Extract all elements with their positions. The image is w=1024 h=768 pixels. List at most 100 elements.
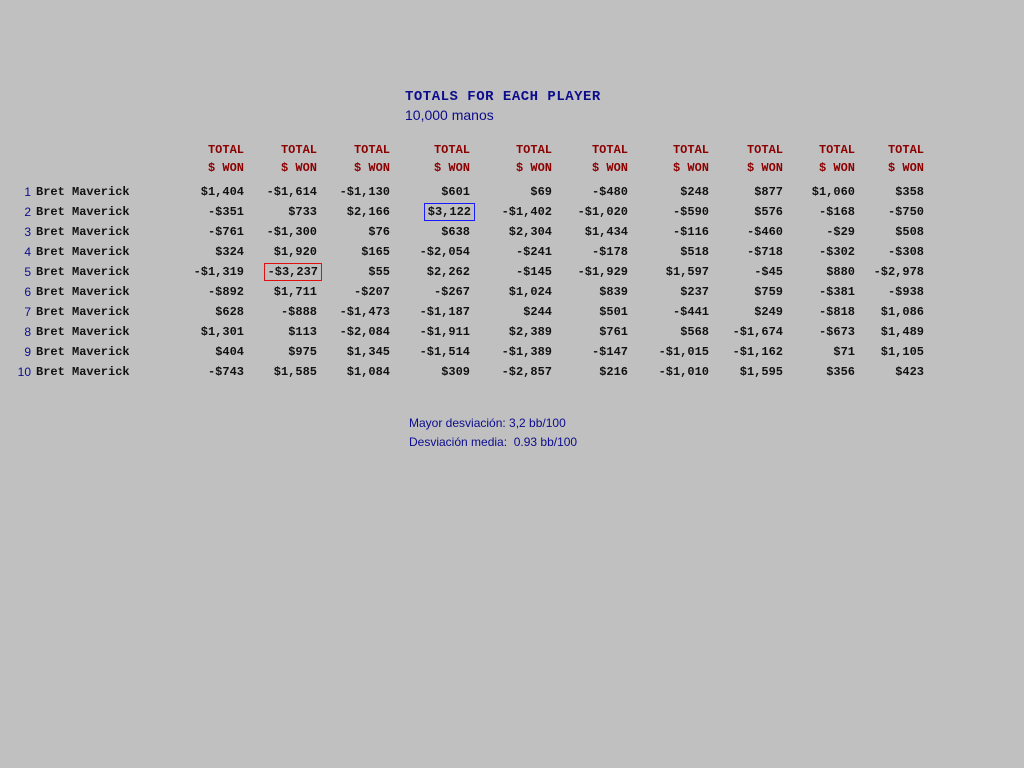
column-header-line2: $ WON [746,161,783,175]
column-header-line1: TOTAL [672,143,709,157]
total-cell: $1,060 [811,185,855,199]
row-number: 8 [24,325,31,339]
total-cell: -$381 [818,285,855,299]
total-cell: -$590 [672,205,709,219]
total-cell: -$938 [887,285,924,299]
column-header-line1: TOTAL [515,143,552,157]
total-cell: -$1,020 [577,205,628,219]
total-cell: -$147 [591,345,628,359]
total-cell: -$207 [353,285,390,299]
total-cell: -$116 [672,225,709,239]
total-cell: -$1,319 [193,265,244,279]
player-name: Bret Maverick [36,225,130,239]
column-header: TOTAL $ WON [548,141,628,177]
total-cell: -$308 [887,245,924,259]
column-header-line1: TOTAL [746,143,783,157]
total-cell: -$1,911 [419,325,470,339]
total-cell: -$892 [207,285,244,299]
total-cell: -$2,857 [501,365,552,379]
total-cell: $1,585 [273,365,317,379]
total-cell: -$1,187 [419,305,470,319]
max-deviation-label: Mayor desviación: 3,2 bb/100 [409,416,566,430]
total-cell: -$750 [887,205,924,219]
total-cell: $1,086 [880,305,924,319]
column-header-line1: TOTAL [280,143,317,157]
column-header: TOTAL $ WON [472,141,552,177]
total-cell: $759 [754,285,783,299]
player-name: Bret Maverick [36,305,130,319]
total-cell: $2,389 [508,325,552,339]
total-cell: -$145 [515,265,552,279]
row-number: 10 [17,365,31,379]
highlighted-total-cell: $3,122 [423,203,476,221]
total-cell: $1,489 [880,325,924,339]
total-cell: -$241 [515,245,552,259]
total-cell: -$1,010 [658,365,709,379]
total-cell: -$1,929 [577,265,628,279]
player-name: Bret Maverick [36,365,130,379]
total-cell: $244 [523,305,552,319]
total-cell: -$1,402 [501,205,552,219]
total-cell: $761 [599,325,628,339]
row-number: 4 [24,245,31,259]
total-cell: -$351 [207,205,244,219]
total-cell: $69 [530,185,552,199]
total-cell: -$480 [591,185,628,199]
total-cell: -$178 [591,245,628,259]
row-number: 9 [24,345,31,359]
total-cell: $1,404 [200,185,244,199]
total-cell: -$460 [746,225,783,239]
total-cell: $1,301 [200,325,244,339]
total-cell: $1,597 [665,265,709,279]
column-header-line2: $ WON [591,161,628,175]
column-header: TOTAL $ WON [390,141,470,177]
total-cell: $404 [215,345,244,359]
total-cell: -$2,978 [873,265,924,279]
total-cell: -$1,514 [419,345,470,359]
column-header-line1: TOTAL [207,143,244,157]
total-cell: $113 [288,325,317,339]
total-cell: $518 [680,245,709,259]
total-cell: $237 [680,285,709,299]
total-cell: -$1,674 [732,325,783,339]
row-number: 5 [24,265,31,279]
total-cell: -$1,389 [501,345,552,359]
total-cell: -$302 [818,245,855,259]
row-number: 2 [24,205,31,219]
player-name: Bret Maverick [36,265,130,279]
column-header-line2: $ WON [887,161,924,175]
total-cell: $71 [833,345,855,359]
column-header: TOTAL $ WON [310,141,390,177]
total-cell: -$1,300 [266,225,317,239]
total-cell: $1,345 [346,345,390,359]
column-header: TOTAL $ WON [775,141,855,177]
row-number: 7 [24,305,31,319]
total-cell: -$673 [818,325,855,339]
column-header-line2: $ WON [818,161,855,175]
player-name: Bret Maverick [36,325,130,339]
column-header-line2: $ WON [433,161,470,175]
total-cell: $501 [599,305,628,319]
total-cell: -$45 [754,265,783,279]
column-header: TOTAL $ WON [237,141,317,177]
page-subtitle: 10,000 manos [405,107,494,123]
player-name: Bret Maverick [36,205,130,219]
total-cell: -$267 [433,285,470,299]
column-header: TOTAL $ WON [703,141,783,177]
total-cell: $1,084 [346,365,390,379]
column-header-line2: $ WON [515,161,552,175]
column-header: TOTAL $ WON [844,141,924,177]
total-cell: $1,434 [584,225,628,239]
total-cell: $1,711 [273,285,317,299]
total-cell: $638 [441,225,470,239]
row-number: 3 [24,225,31,239]
total-cell: $324 [215,245,244,259]
column-header-line1: TOTAL [433,143,470,157]
row-number: 6 [24,285,31,299]
total-cell: $601 [441,185,470,199]
total-cell: $1,105 [880,345,924,359]
total-cell: -$718 [746,245,783,259]
total-cell: -$1,130 [339,185,390,199]
column-header-line1: TOTAL [591,143,628,157]
total-cell: $216 [599,365,628,379]
